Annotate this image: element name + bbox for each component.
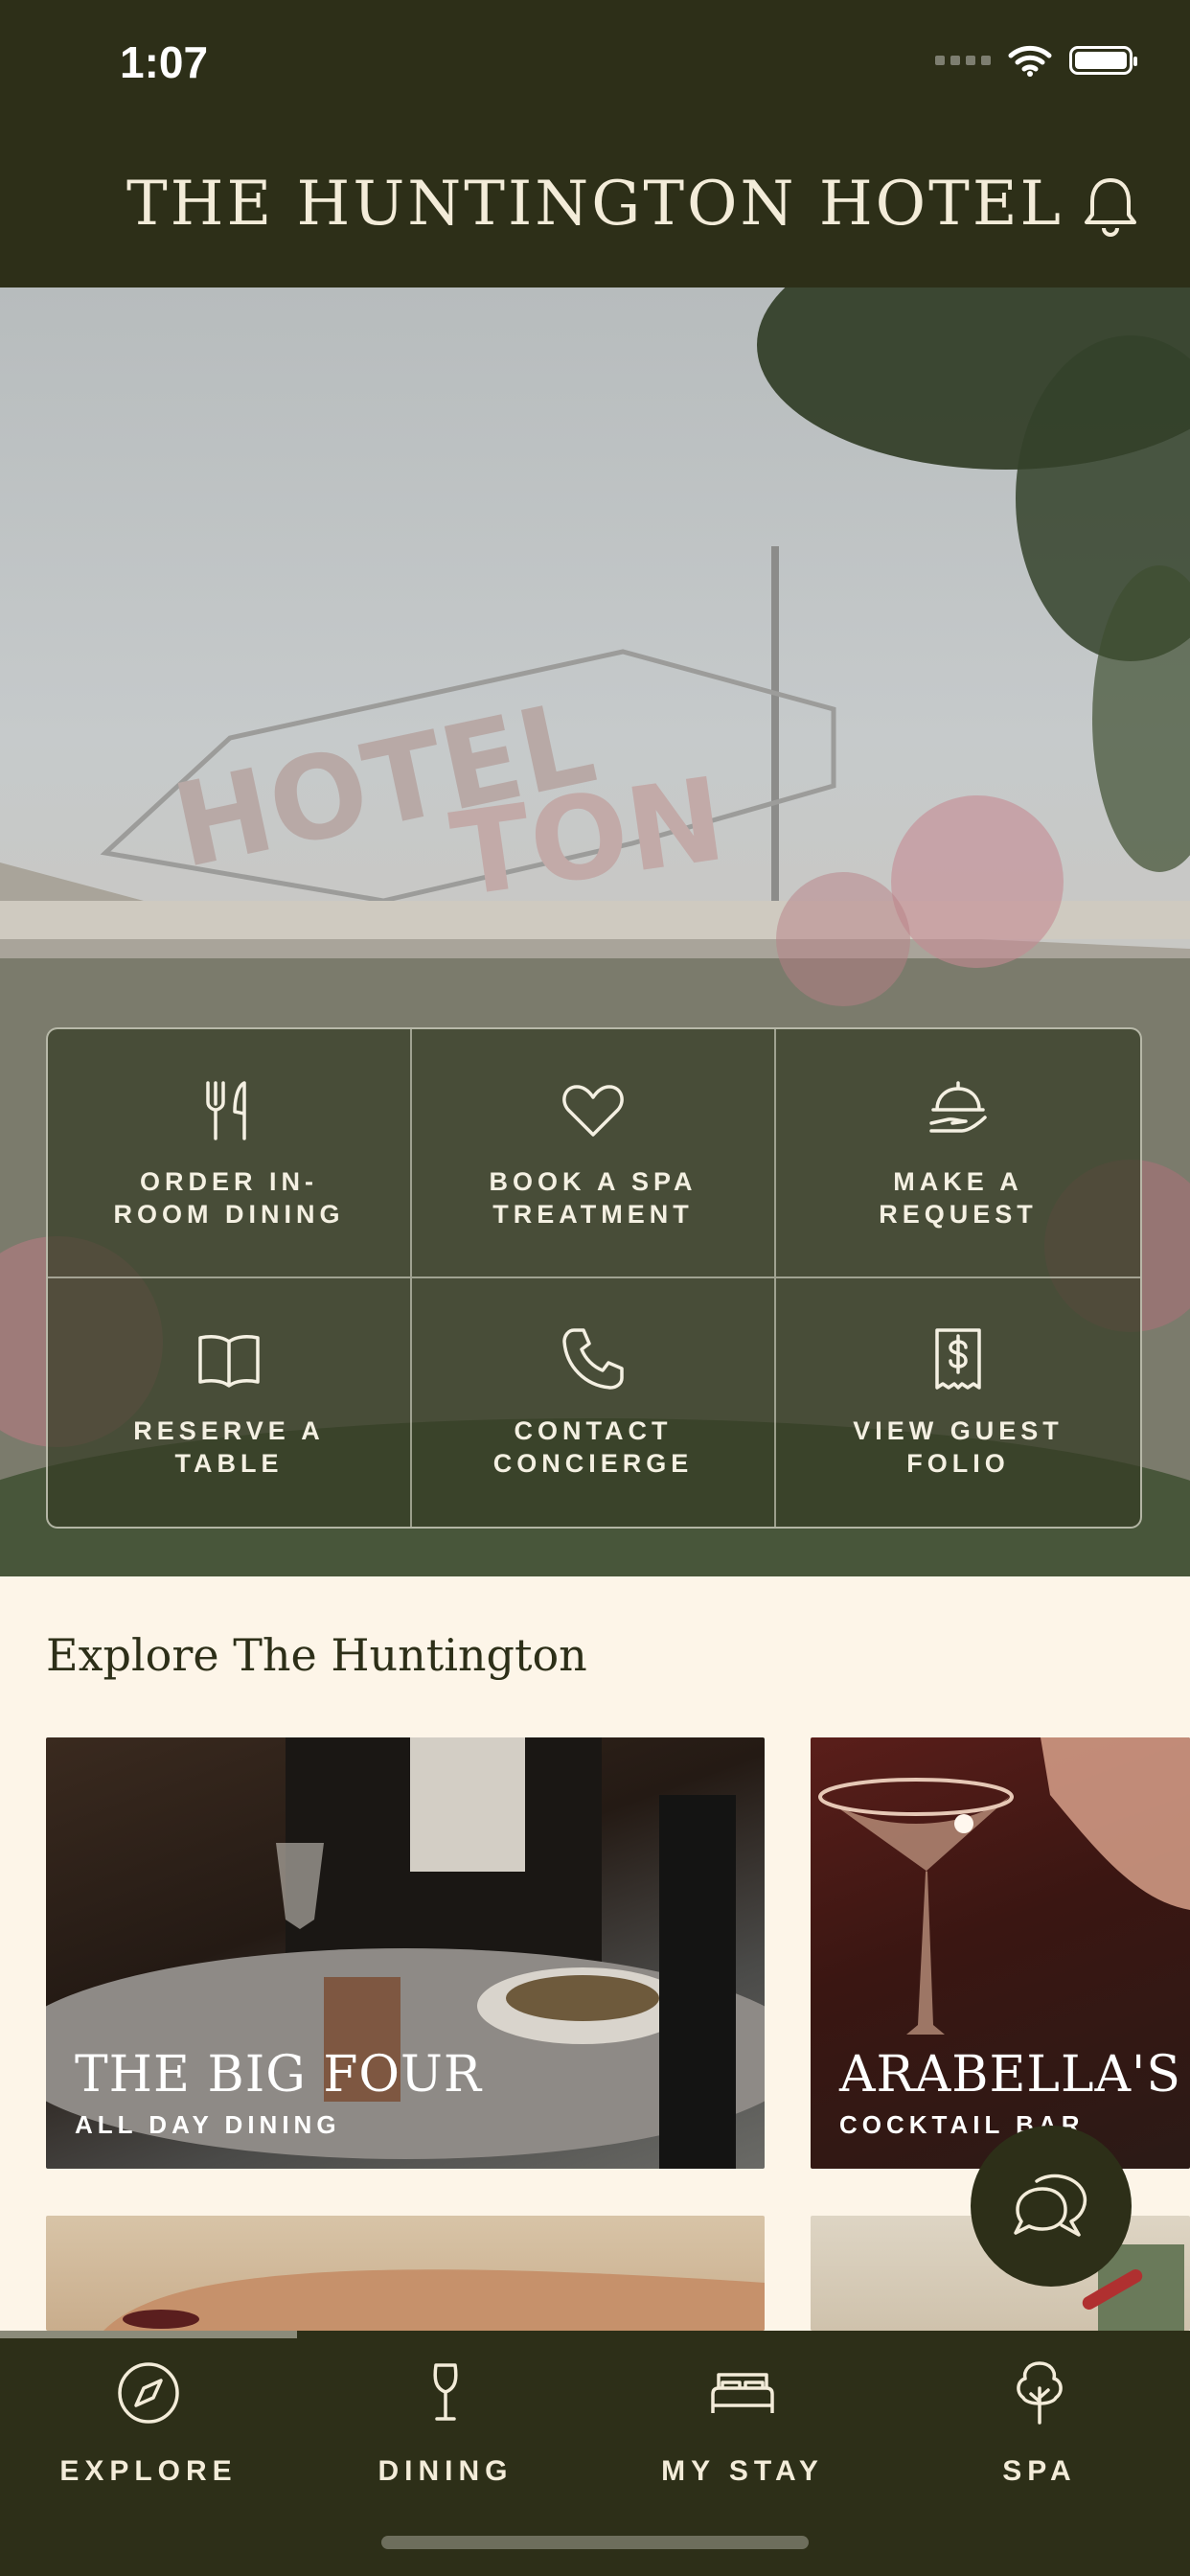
heart-icon bbox=[562, 1085, 624, 1137]
receipt-dollar-icon bbox=[935, 1328, 981, 1390]
action-label: RESERVE A TABLE bbox=[133, 1416, 325, 1479]
action-label: CONTACT CONCIERGE bbox=[492, 1416, 694, 1479]
hotel-title: THE HUNTINGTON HOTEL bbox=[126, 169, 1064, 240]
chat-bubbles-icon bbox=[1014, 2174, 1087, 2237]
status-icons bbox=[935, 44, 1137, 77]
status-time: 1:07 bbox=[120, 37, 209, 87]
wifi-icon bbox=[1008, 45, 1052, 77]
fork-knife-icon bbox=[206, 1081, 246, 1140]
dining-photo bbox=[46, 1737, 765, 2169]
card-subtitle: ALL DAY DINING bbox=[75, 2110, 341, 2139]
compass-icon bbox=[118, 2362, 179, 2424]
action-contact-concierge[interactable]: CONTACT CONCIERGE bbox=[412, 1277, 776, 1527]
spa-photo bbox=[103, 2269, 765, 2331]
home-indicator bbox=[381, 2536, 809, 2549]
signal-icon bbox=[935, 56, 991, 65]
bell-icon[interactable] bbox=[1077, 172, 1144, 240]
action-reserve-table[interactable]: RESERVE A TABLE bbox=[48, 1277, 412, 1527]
bed-icon bbox=[711, 2373, 774, 2413]
tab-dining[interactable]: DINING bbox=[297, 2359, 594, 2522]
card-spa-preview[interactable] bbox=[46, 2216, 765, 2331]
tab-spa[interactable]: SPA bbox=[891, 2359, 1188, 2522]
wine-glass-icon bbox=[433, 2363, 458, 2421]
cocktail-photo bbox=[818, 1737, 1190, 2035]
phone-icon bbox=[562, 1328, 624, 1390]
card-title: THE BIG FOUR bbox=[75, 2046, 483, 2104]
tab-my-stay[interactable]: MY STAY bbox=[594, 2359, 891, 2522]
battery-icon bbox=[1069, 46, 1137, 75]
tree-icon bbox=[1017, 2361, 1063, 2425]
tab-label: EXPLORE bbox=[59, 2455, 238, 2487]
action-make-request[interactable]: MAKE A REQUEST bbox=[776, 1029, 1140, 1278]
action-book-spa-treatment[interactable]: BOOK A SPA TREATMENT bbox=[412, 1029, 776, 1278]
chat-button[interactable] bbox=[971, 2126, 1132, 2287]
book-icon bbox=[198, 1335, 260, 1388]
top-bar: 1:07 THE HUNTINGTON HOTEL bbox=[0, 0, 1190, 288]
card-the-big-four[interactable]: THE BIG FOUR ALL DAY DINING bbox=[46, 1737, 765, 2169]
action-order-in-room-dining[interactable]: ORDER IN-ROOM DINING bbox=[48, 1029, 412, 1278]
action-label: MAKE A REQUEST bbox=[879, 1166, 1038, 1229]
active-tab-indicator bbox=[0, 2331, 297, 2338]
tab-label: SPA bbox=[1002, 2455, 1077, 2487]
card-title: ARABELLA'S bbox=[839, 2046, 1181, 2104]
explore-heading: Explore The Huntington bbox=[46, 1629, 587, 1681]
tab-label: MY STAY bbox=[661, 2455, 824, 2487]
action-view-guest-folio[interactable]: VIEW GUEST FOLIO bbox=[776, 1278, 1140, 1528]
card-arabellas[interactable]: ARABELLA'S COCKTAIL BAR bbox=[811, 1737, 1190, 2169]
quick-actions-grid: ORDER IN-ROOM DINING BOOK A SPA TREATMEN… bbox=[46, 1027, 1142, 1529]
action-label: BOOK A SPA TREATMENT bbox=[489, 1166, 698, 1229]
tab-explore[interactable]: EXPLORE bbox=[0, 2359, 297, 2522]
hero-image: HOTEL TON ORDER IN-ROOM DINING BOOK A SP… bbox=[0, 288, 1190, 1576]
action-label: VIEW GUEST FOLIO bbox=[853, 1416, 1064, 1479]
cloche-icon bbox=[929, 1081, 987, 1133]
tab-label: DINING bbox=[378, 2455, 514, 2487]
action-label: ORDER IN-ROOM DINING bbox=[113, 1166, 345, 1229]
